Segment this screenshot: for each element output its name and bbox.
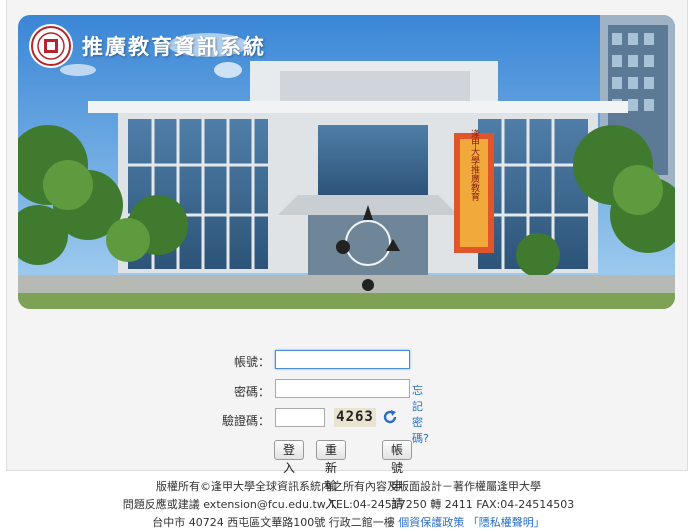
footer-address-row: 台中市 40724 西屯區文華路100號 行政二館一樓 個資保護政策 「隱私權聲… xyxy=(0,514,697,530)
privacy-statement-link[interactable]: 「隱私權聲明」 xyxy=(468,516,545,529)
poster-text: 逢甲大學推廣教育 xyxy=(469,128,480,202)
system-title: 推廣教育資訊系統 xyxy=(82,35,266,59)
footer-contact: 問題反應或建議 extension@fcu.edu.tw TEL:04-2451… xyxy=(122,498,575,511)
header-banner: 逢甲大學推廣教育 推廣教育資訊系統 xyxy=(18,15,675,309)
footer-address: 台中市 40724 西屯區文華路100號 行政二館一樓 xyxy=(152,516,395,529)
captcha-image: 4263 xyxy=(334,408,376,427)
reset-button[interactable]: 重新輸入 xyxy=(316,440,347,511)
password-input[interactable] xyxy=(275,379,410,398)
brand: 推廣教育資訊系統 xyxy=(28,23,266,69)
password-label: 密碼： xyxy=(233,385,270,399)
captcha-input[interactable] xyxy=(275,408,325,427)
account-input[interactable] xyxy=(275,350,410,369)
university-seal-icon xyxy=(29,24,73,68)
apply-account-button[interactable]: 帳號申請 xyxy=(382,440,413,511)
forgot-password-link[interactable]: 忘記密碼? xyxy=(412,382,429,446)
account-label: 帳號： xyxy=(233,355,270,369)
login-button[interactable]: 登入 xyxy=(274,440,305,475)
captcha-label: 驗證碼： xyxy=(221,414,270,428)
refresh-icon[interactable] xyxy=(381,408,399,426)
footer-copyright: 版權所有©逢甲大學全球資訊系統內之所有內容及版面設計－著作權屬逢甲大學 xyxy=(156,480,541,493)
privacy-policy-link[interactable]: 個資保護政策 xyxy=(398,516,464,529)
